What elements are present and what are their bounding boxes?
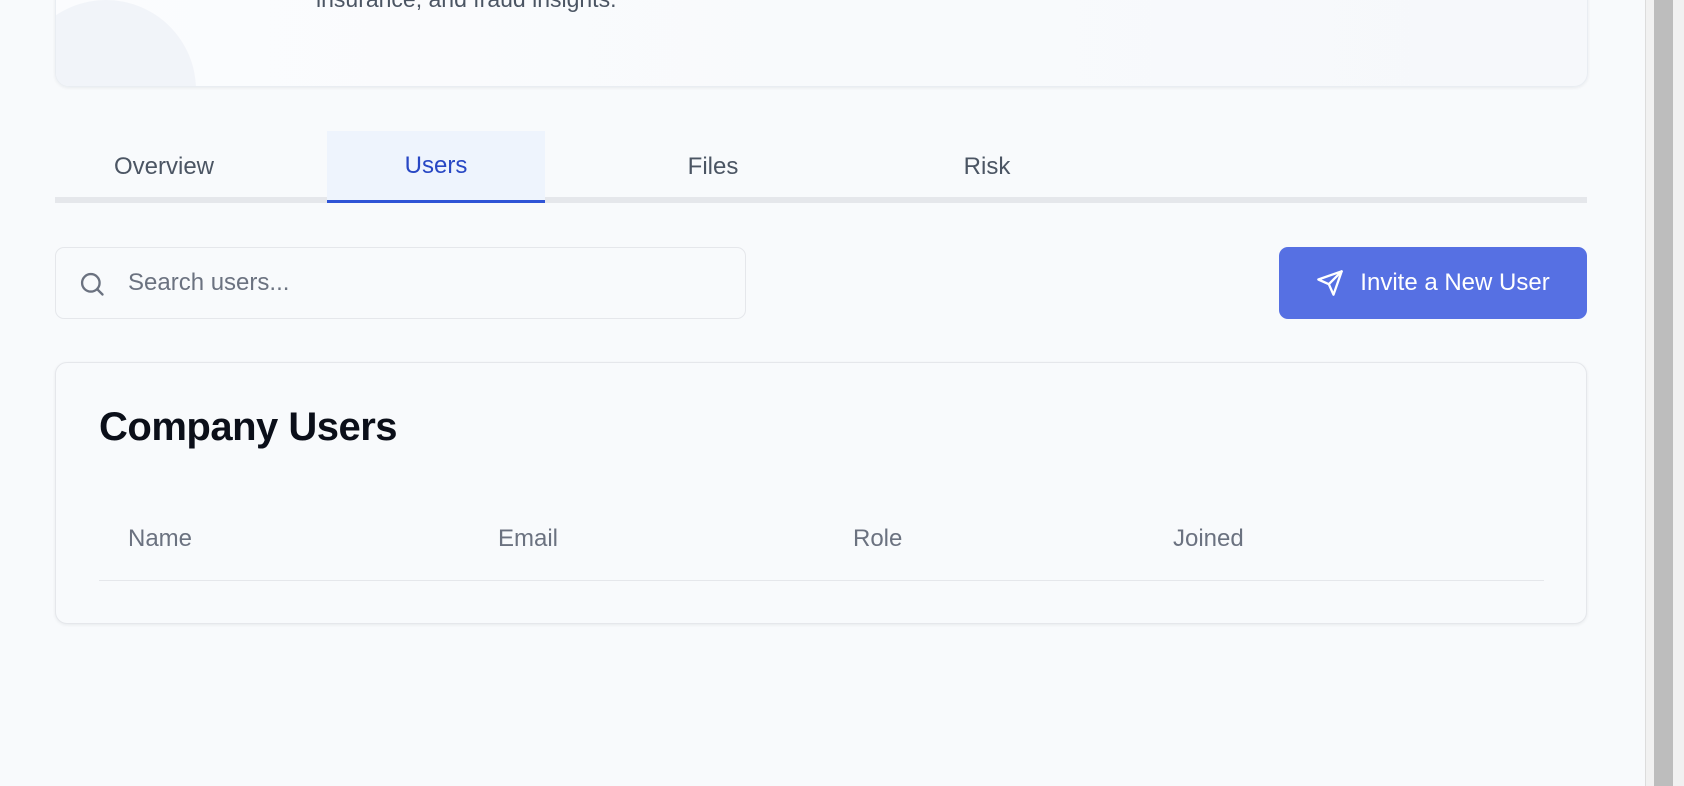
header-decoration (56, 0, 196, 86)
vertical-scrollbar[interactable] (1645, 0, 1684, 786)
column-header-role[interactable]: Role (853, 497, 902, 581)
company-header-card: insurance, and fraud insights. (55, 0, 1588, 87)
company-subtitle: insurance, and fraud insights. (316, 0, 616, 13)
company-users-card: Company Users Name Email Role Joined (55, 362, 1587, 624)
column-header-joined[interactable]: Joined (1173, 497, 1244, 581)
tab-overview[interactable]: Overview (55, 131, 273, 203)
invite-user-button[interactable]: Invite a New User (1279, 247, 1587, 319)
search-input[interactable] (120, 248, 736, 318)
invite-button-label: Invite a New User (1360, 269, 1550, 296)
column-header-email[interactable]: Email (498, 497, 558, 581)
card-title: Company Users (99, 405, 398, 449)
search-box[interactable] (55, 247, 746, 319)
tab-risk[interactable]: Risk (878, 131, 1096, 203)
column-header-name[interactable]: Name (128, 497, 192, 581)
send-icon (1317, 270, 1344, 296)
search-icon (80, 272, 104, 296)
tab-bar: Overview Users Files Risk (55, 131, 1587, 203)
scrollbar-thumb[interactable] (1654, 0, 1673, 786)
tab-files[interactable]: Files (604, 131, 822, 203)
tab-users[interactable]: Users (327, 131, 545, 203)
users-table-header: Name Email Role Joined (99, 497, 1544, 581)
